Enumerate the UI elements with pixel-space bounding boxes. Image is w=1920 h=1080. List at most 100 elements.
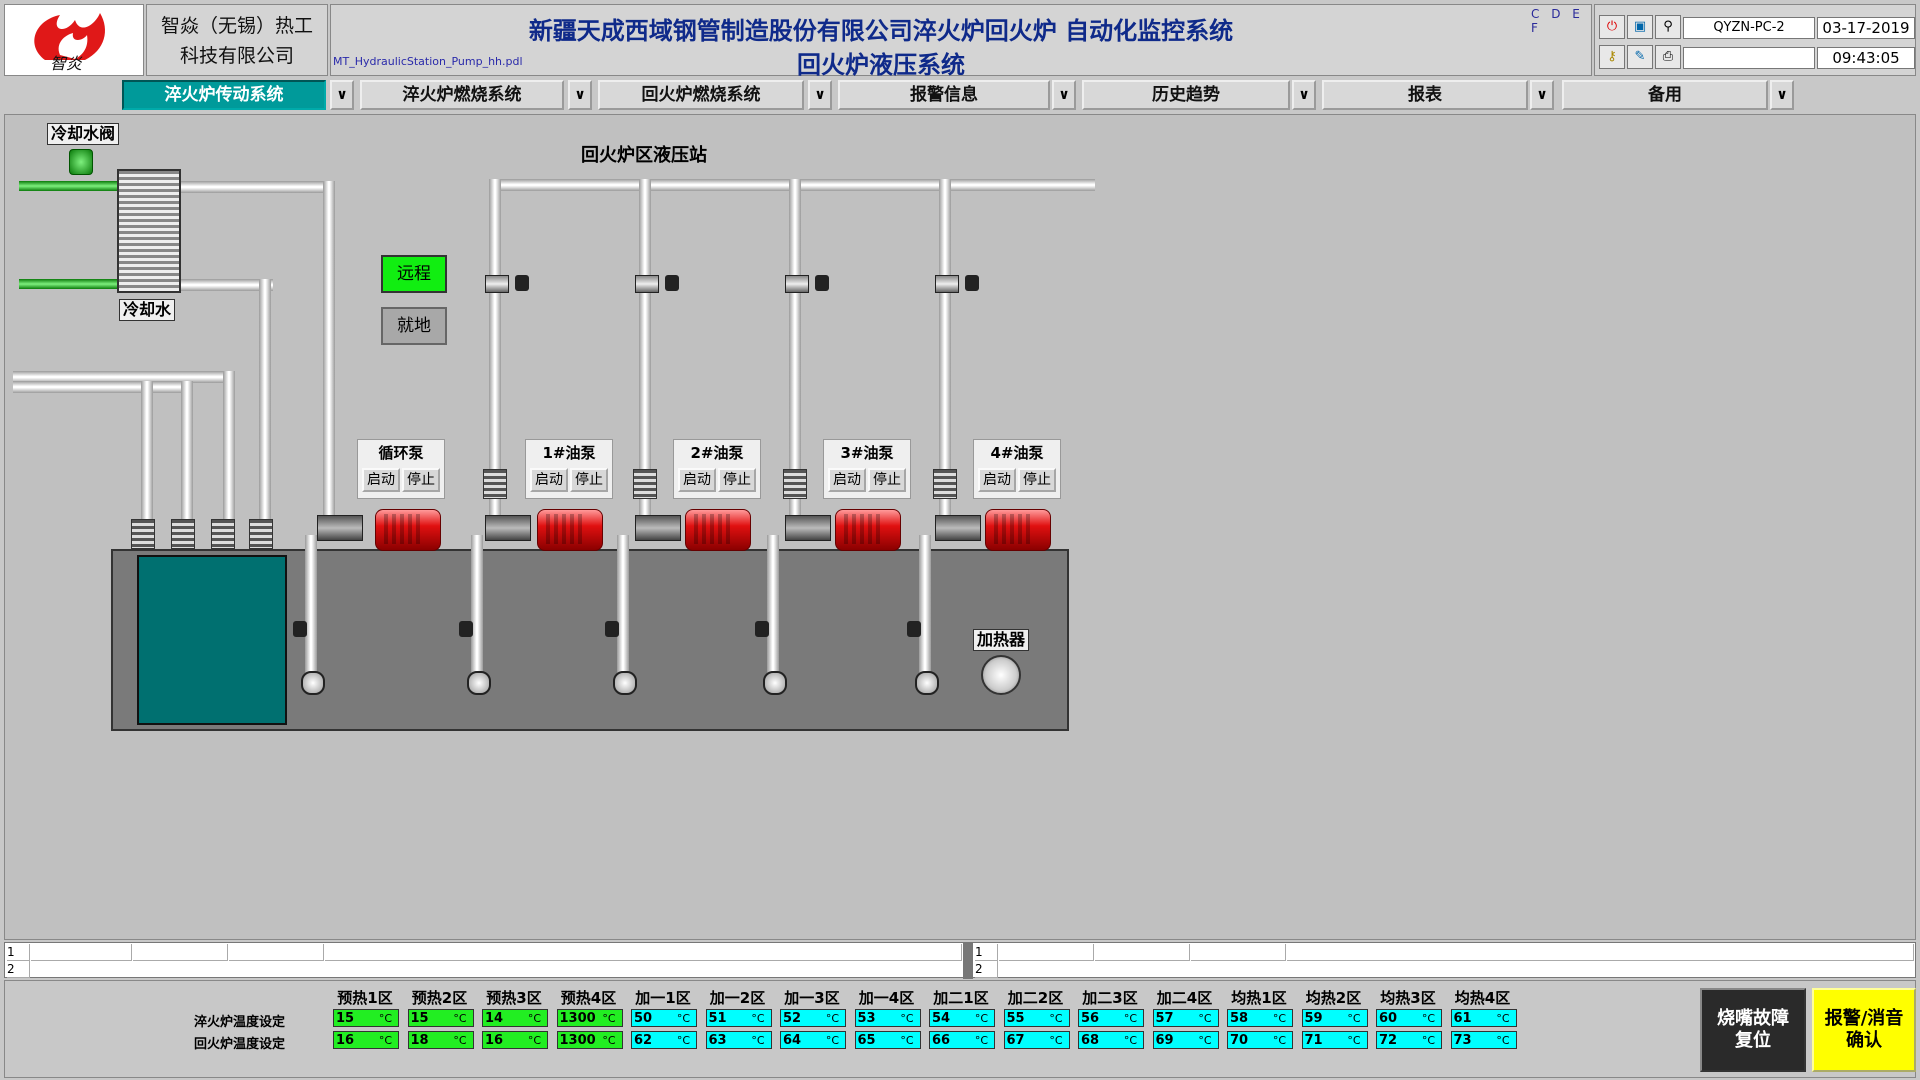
valve-handle-icon[interactable] — [665, 275, 679, 291]
start-button[interactable]: 启动 — [978, 468, 1016, 492]
hydraulic-diagram: 回火炉区液压站 冷却水阀 冷却水 远程 就地 循环泵 启动 停止 1#油泵 启动 — [4, 114, 1916, 940]
chevron-down-icon[interactable]: ∨ — [808, 80, 832, 110]
temp-setpoint-field[interactable]: 73 °C — [1450, 1031, 1517, 1049]
valve-handle-icon[interactable] — [605, 621, 619, 637]
nav-report[interactable]: 报表 — [1322, 80, 1528, 110]
pipe — [919, 535, 931, 675]
valve-handle-icon[interactable] — [965, 275, 979, 291]
power-icon[interactable]: ⏻ — [1599, 15, 1625, 39]
row-number: 1 — [975, 944, 998, 961]
pressure-valve-icon[interactable] — [785, 275, 809, 293]
stop-button[interactable]: 停止 — [570, 468, 608, 492]
temp-setpoint-field[interactable]: 52 °C — [780, 1009, 846, 1027]
valve-handle-icon[interactable] — [815, 275, 829, 291]
temp-setpoint-field[interactable]: 60 °C — [1376, 1009, 1442, 1027]
mode-remote-button[interactable]: 远程 — [381, 255, 447, 293]
stop-button[interactable]: 停止 — [868, 468, 906, 492]
temp-setpoint-field[interactable]: 61 °C — [1450, 1009, 1517, 1027]
temp-setpoint-field[interactable]: 70 °C — [1227, 1031, 1293, 1049]
temp-setpoint-field[interactable]: 62 °C — [631, 1031, 697, 1049]
valve-handle-icon[interactable] — [293, 621, 307, 637]
temp-setpoint-field[interactable]: 56 °C — [1078, 1009, 1144, 1027]
print-icon[interactable]: ⎙ — [1655, 45, 1681, 69]
stop-button[interactable]: 停止 — [718, 468, 756, 492]
temp-setpoint-field[interactable]: 68 °C — [1078, 1031, 1144, 1049]
temp-setpoint-field[interactable]: 54 °C — [929, 1009, 995, 1027]
circulation-pump-motor-icon[interactable] — [375, 509, 441, 551]
splitter[interactable] — [963, 943, 973, 979]
valve-handle-icon[interactable] — [755, 621, 769, 637]
cooling-outlet-pipe — [19, 279, 119, 289]
temp-setpoint-field[interactable]: 65 °C — [854, 1031, 921, 1049]
stop-button[interactable]: 停止 — [402, 468, 440, 492]
key-icon[interactable]: ⚷ — [1599, 45, 1625, 69]
chevron-down-icon[interactable]: ∨ — [1052, 80, 1076, 110]
temp-unit: °C — [1421, 1034, 1435, 1047]
monitor-icon[interactable]: ▣ — [1627, 15, 1653, 39]
tool-icon[interactable]: ✎ — [1627, 45, 1653, 69]
start-button[interactable]: 启动 — [362, 468, 400, 492]
nav-history-trend[interactable]: 历史趋势 — [1082, 80, 1290, 110]
temp-setpoint-field[interactable]: 63 °C — [705, 1031, 772, 1049]
pressure-valve-icon[interactable] — [635, 275, 659, 293]
heater-icon[interactable] — [981, 655, 1021, 695]
temp-setpoint-field[interactable]: 51 °C — [705, 1009, 772, 1027]
temp-setpoint-field[interactable]: 1300 °C — [556, 1009, 623, 1027]
temp-setpoint-field[interactable]: 16 °C — [482, 1031, 548, 1049]
pressure-valve-icon[interactable] — [935, 275, 959, 293]
message-list[interactable]: 1 2 1 2 — [4, 942, 1916, 979]
chevron-down-icon[interactable]: ∨ — [1770, 80, 1794, 110]
nav-quench-burner[interactable]: 淬火炉燃烧系统 — [360, 80, 564, 110]
nav-spare[interactable]: 备用 — [1562, 80, 1768, 110]
temp-setpoint-field[interactable]: 15 °C — [407, 1009, 474, 1027]
oil-pump-4-motor-icon[interactable] — [985, 509, 1051, 551]
start-button[interactable]: 启动 — [530, 468, 568, 492]
temp-value: 58 — [1230, 1011, 1249, 1026]
temp-setpoint-field[interactable]: 58 °C — [1227, 1009, 1293, 1027]
temp-setpoint-field[interactable]: 67 °C — [1003, 1031, 1070, 1049]
valve-handle-icon[interactable] — [459, 621, 473, 637]
temp-setpoint-field[interactable]: 18 °C — [407, 1031, 474, 1049]
temp-setpoint-field[interactable]: 55 °C — [1003, 1009, 1070, 1027]
temp-setpoint-field[interactable]: 15 °C — [333, 1009, 399, 1027]
oil-pump-3-motor-icon[interactable] — [835, 509, 901, 551]
nav-quench-drive[interactable]: 淬火炉传动系统 — [122, 80, 326, 110]
burner-fault-reset-button[interactable]: 烧嘴故障复位 — [1700, 988, 1806, 1072]
mode-local-button[interactable]: 就地 — [381, 307, 447, 345]
nav-temper-burner[interactable]: 回火炉燃烧系统 — [598, 80, 804, 110]
temp-setpoint-field[interactable]: 16 °C — [333, 1031, 399, 1049]
temp-setpoint-field[interactable]: 50 °C — [631, 1009, 697, 1027]
search-icon[interactable]: ⚲ — [1655, 15, 1681, 39]
zone-header: 均热4区 — [1454, 989, 1511, 1007]
oil-pump-1-motor-icon[interactable] — [537, 509, 603, 551]
suction-cap — [915, 671, 939, 695]
message-cell — [1287, 944, 1914, 961]
temp-setpoint-field[interactable]: 53 °C — [854, 1009, 921, 1027]
chevron-down-icon[interactable]: ∨ — [1530, 80, 1554, 110]
zone-header: 加一2区 — [709, 989, 766, 1007]
temp-setpoint-field[interactable]: 57 °C — [1152, 1009, 1219, 1027]
chevron-down-icon[interactable]: ∨ — [330, 80, 354, 110]
pressure-valve-icon[interactable] — [485, 275, 509, 293]
temp-setpoint-field[interactable]: 1300 °C — [556, 1031, 623, 1049]
oil-pump-2-motor-icon[interactable] — [685, 509, 751, 551]
temp-setpoint-field[interactable]: 72 °C — [1376, 1031, 1442, 1049]
stop-button[interactable]: 停止 — [1018, 468, 1056, 492]
temp-setpoint-field[interactable]: 71 °C — [1301, 1031, 1368, 1049]
pipe — [305, 535, 317, 675]
chevron-down-icon[interactable]: ∨ — [568, 80, 592, 110]
valve-handle-icon[interactable] — [515, 275, 529, 291]
start-button[interactable]: 启动 — [828, 468, 866, 492]
temp-setpoint-field[interactable]: 59 °C — [1301, 1009, 1368, 1027]
temp-setpoint-field[interactable]: 66 °C — [929, 1031, 995, 1049]
start-button[interactable]: 启动 — [678, 468, 716, 492]
cooling-valve-icon[interactable] — [69, 149, 93, 175]
temp-setpoint-field[interactable]: 64 °C — [780, 1031, 846, 1049]
zone-header: 加二3区 — [1082, 989, 1138, 1007]
alarm-ack-button[interactable]: 报警/消音确认 — [1812, 988, 1916, 1072]
chevron-down-icon[interactable]: ∨ — [1292, 80, 1316, 110]
valve-handle-icon[interactable] — [907, 621, 921, 637]
nav-alarm-info[interactable]: 报警信息 — [838, 80, 1050, 110]
temp-setpoint-field[interactable]: 69 °C — [1152, 1031, 1219, 1049]
temp-setpoint-field[interactable]: 14 °C — [482, 1009, 548, 1027]
